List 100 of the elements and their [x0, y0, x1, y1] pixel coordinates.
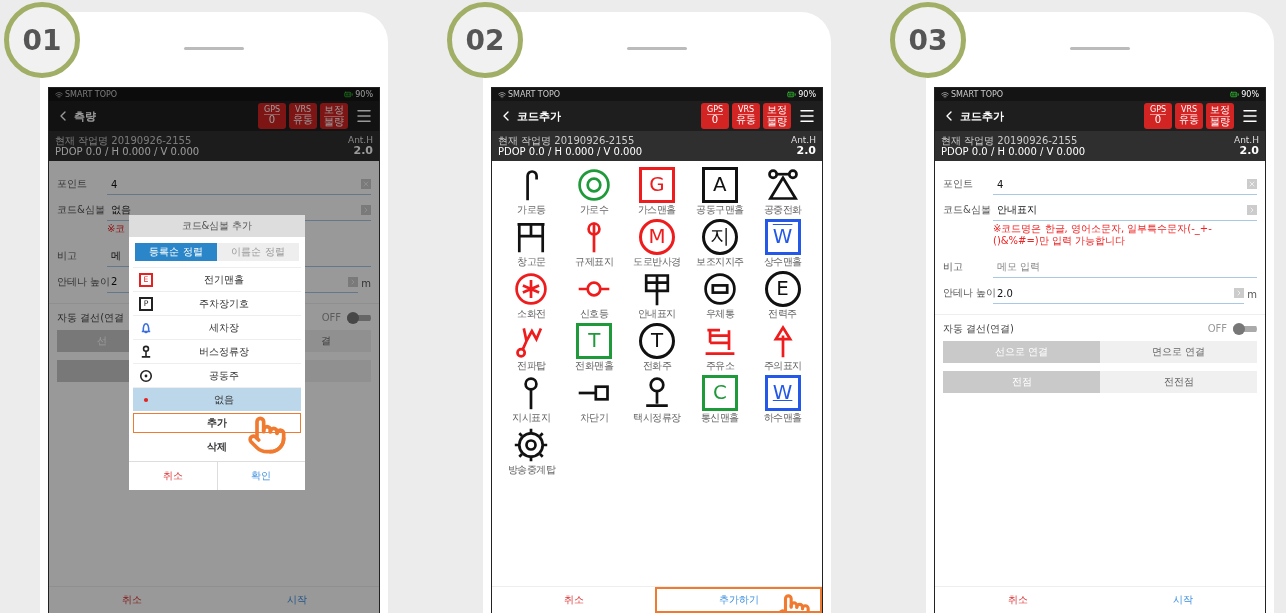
status-chip: VRS 유동 — [1175, 103, 1203, 129]
symbol-label: 도로반사경 — [633, 255, 681, 269]
battery-level: 90% — [798, 90, 816, 99]
toggle-state: OFF — [1207, 323, 1227, 335]
status-chip: GPS 0 — [701, 103, 729, 129]
battery-icon — [787, 90, 797, 99]
battery-level: 90% — [355, 90, 373, 99]
symbol-label: 전파탑 — [517, 359, 546, 373]
field-label: 코드&심볼 — [943, 203, 992, 217]
field-label: 비고 — [943, 260, 964, 274]
symbol-label: 하수맨홀 — [763, 411, 802, 425]
symbol-icon: T — [576, 323, 613, 359]
symbol-label: 소화전 — [517, 307, 546, 321]
symbol-label: 전화주 — [642, 359, 672, 373]
wifi-icon — [941, 90, 949, 99]
precision-text: PDOP 0.0 / H 0.000 / V 0.000 — [498, 146, 643, 158]
battery-level: 90% — [1241, 90, 1259, 99]
status-chip: VRS 유동 — [289, 103, 317, 129]
symbol-icon: E — [764, 271, 801, 307]
symbol-icon: M — [639, 219, 675, 255]
symbol-label: 택시정류장 — [633, 411, 681, 425]
symbol-icon: A — [701, 167, 738, 203]
toggle-switch[interactable] — [1233, 323, 1257, 335]
status-chip: 보정 불량 — [763, 103, 791, 129]
battery-icon — [1230, 90, 1240, 99]
symbol-icon: W — [764, 219, 801, 255]
antenna-label: Ant.H — [347, 134, 373, 145]
unit-text: m — [1247, 289, 1257, 302]
screen-title: 측량 — [74, 108, 97, 124]
antenna-label: Ant.H — [790, 134, 816, 145]
symbol-label: 보조지지주 — [696, 255, 744, 269]
list-item[interactable]: 없음 — [133, 387, 301, 411]
symbol-label: 안내표지 — [638, 307, 676, 321]
dialog-title: 코드&심볼 추가 — [129, 215, 305, 237]
input-field[interactable]: 4 — [107, 174, 371, 195]
hint-text: ※코드명은 한글, 영어소문자, 일부특수문자(-_+-()&%#=)만 입력 가능합니다 — [993, 223, 1213, 246]
symbol-label: 전화맨홀 — [575, 359, 614, 373]
step-number: 02 — [447, 2, 523, 78]
antenna-value: 2.0 — [353, 144, 373, 158]
segment-button[interactable]: 면으로 연결 — [1100, 341, 1257, 363]
antenna-label: Ant.H — [1233, 134, 1259, 145]
symbol-icon: G — [639, 167, 675, 203]
status-chip: 보정 불량 — [320, 103, 348, 129]
auto-connect-label: 자동 결선(연결) — [943, 323, 1014, 335]
symbol-label: 공중전화 — [763, 203, 802, 217]
symbol-label: 주의표지 — [763, 359, 802, 373]
field-label: 코드&심볼 — [57, 203, 106, 217]
field-label: 포인트 — [943, 177, 974, 191]
app-name: SMART TOPO — [65, 90, 118, 99]
battery-icon — [344, 90, 354, 99]
input-field[interactable]: 메모 입력 — [993, 257, 1257, 278]
symbol-label: 전력주 — [768, 307, 797, 321]
precision-text: PDOP 0.0 / H 0.000 / V 0.000 — [55, 146, 200, 158]
symbol-label: 차단기 — [579, 411, 609, 425]
symbol-label: 방송중계탑 — [507, 463, 556, 477]
speaker-slot — [627, 47, 687, 50]
hand-pointer-icon — [247, 415, 287, 455]
segment-button[interactable]: 전전점 — [1100, 371, 1257, 393]
symbol-label: 우체통 — [705, 307, 735, 321]
sort-tab[interactable]: 등록순 정렬 — [135, 243, 217, 261]
symbol-icon: W — [764, 375, 801, 411]
symbol-label: 신호등 — [579, 307, 609, 321]
menu-icon[interactable] — [798, 107, 816, 125]
symbol-label: 가로등 — [517, 203, 546, 217]
symbol-label: 공동구맨홀 — [696, 203, 744, 217]
status-chip: GPS 0 — [1144, 103, 1172, 129]
input-field[interactable]: 안내표지 — [993, 200, 1257, 221]
footer-button[interactable]: 추가하기 — [655, 587, 822, 613]
field-label: 비고 — [57, 248, 78, 263]
symbol-label: 규제표지 — [575, 255, 614, 269]
symbol-label: 가로수 — [579, 203, 609, 217]
job-name: 현재 작업명 20190926-2155 — [55, 134, 192, 146]
hint-text: ※코 — [107, 223, 126, 235]
symbol-icon: C — [701, 375, 738, 411]
job-name: 현재 작업명 20190926-2155 — [941, 134, 1078, 146]
speaker-slot — [1070, 47, 1130, 50]
symbol-label: 지시표지 — [512, 411, 551, 425]
auto-connect-label: 자동 결선(연결 — [57, 311, 125, 324]
action-button[interactable]: 추가 — [133, 413, 301, 433]
symbol-label: 주유소 — [705, 359, 735, 373]
field-label: 안테나 높이 — [943, 286, 993, 300]
speaker-slot — [184, 47, 244, 50]
menu-icon[interactable] — [1241, 107, 1259, 125]
wifi-icon — [55, 90, 63, 99]
screen-title: 코드추가 — [960, 108, 1005, 124]
job-name: 현재 작업명 20190926-2155 — [498, 134, 635, 146]
antenna-value: 2.0 — [796, 144, 816, 158]
antenna-value: 2.0 — [1239, 144, 1259, 158]
status-chip: GPS 0 — [258, 103, 286, 129]
screen-title: 코드추가 — [517, 108, 562, 124]
unit-text: m — [361, 277, 371, 291]
field-label: 포인트 — [57, 177, 88, 191]
menu-icon[interactable] — [355, 107, 373, 125]
input-field[interactable]: 4 — [993, 174, 1257, 195]
status-chip: VRS 유동 — [732, 103, 760, 129]
field-label: 안테나 높이 — [57, 274, 107, 289]
step-number: 01 — [4, 2, 80, 78]
symbol-icon: 지 — [701, 219, 738, 255]
symbol-label: 통신맨홀 — [700, 411, 739, 425]
wifi-icon — [498, 90, 506, 99]
